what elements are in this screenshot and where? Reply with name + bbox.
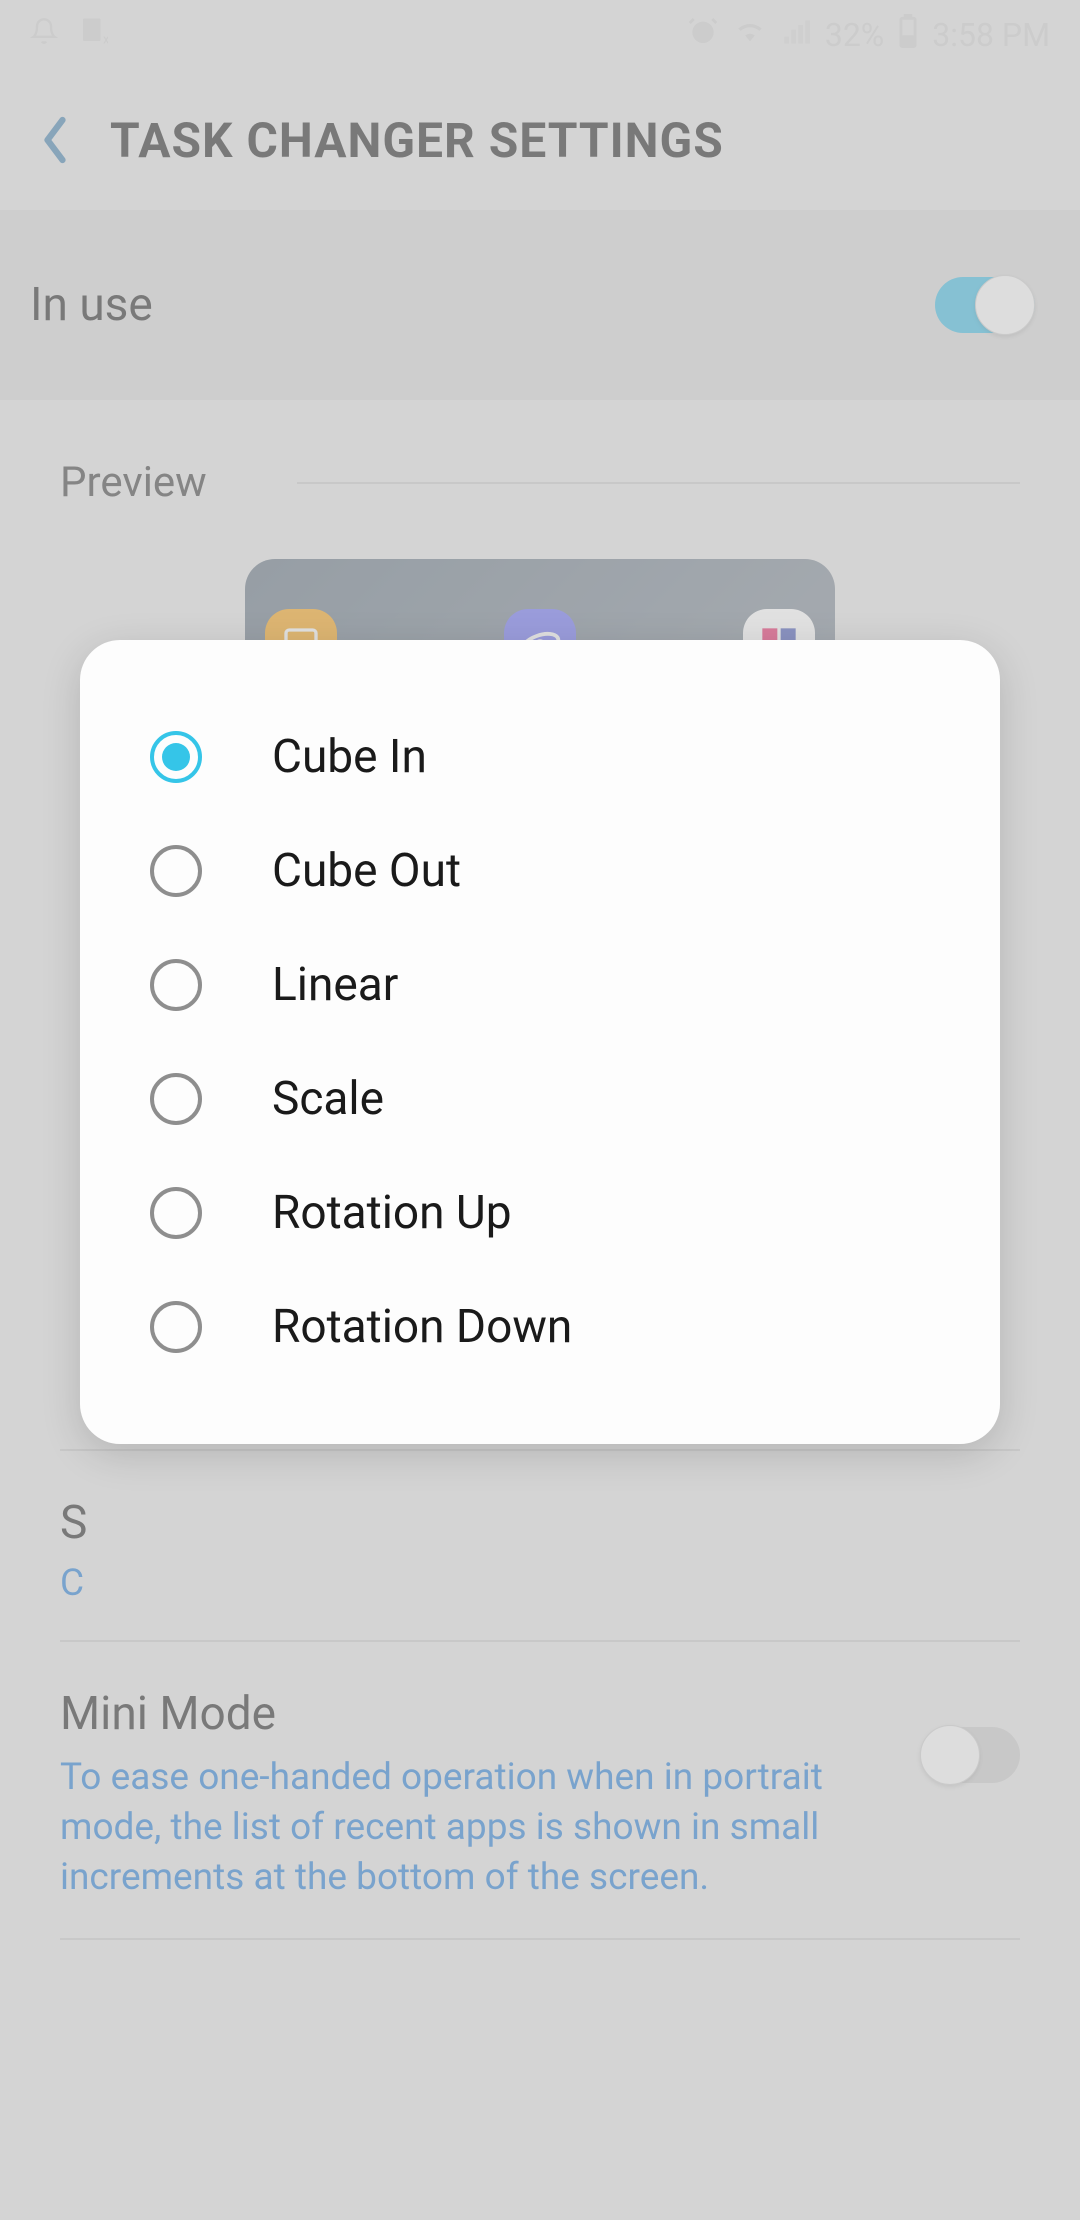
option-linear[interactable]: Linear xyxy=(80,928,1000,1042)
radio-icon xyxy=(150,959,202,1011)
radio-icon xyxy=(150,1301,202,1353)
option-cube-in[interactable]: Cube In xyxy=(80,700,1000,814)
option-label: Linear xyxy=(272,958,398,1012)
radio-icon xyxy=(150,1073,202,1125)
option-label: Cube Out xyxy=(272,844,461,898)
radio-icon xyxy=(150,731,202,783)
option-rotation-down[interactable]: Rotation Down xyxy=(80,1270,1000,1384)
option-label: Rotation Up xyxy=(272,1186,512,1240)
option-scale[interactable]: Scale xyxy=(80,1042,1000,1156)
option-label: Scale xyxy=(272,1072,384,1126)
radio-icon xyxy=(150,1187,202,1239)
option-cube-out[interactable]: Cube Out xyxy=(80,814,1000,928)
option-label: Rotation Down xyxy=(272,1300,572,1354)
option-rotation-up[interactable]: Rotation Up xyxy=(80,1156,1000,1270)
style-picker-dialog: Cube In Cube Out Linear Scale Rotation U… xyxy=(80,640,1000,1444)
option-label: Cube In xyxy=(272,730,427,784)
radio-icon xyxy=(150,845,202,897)
